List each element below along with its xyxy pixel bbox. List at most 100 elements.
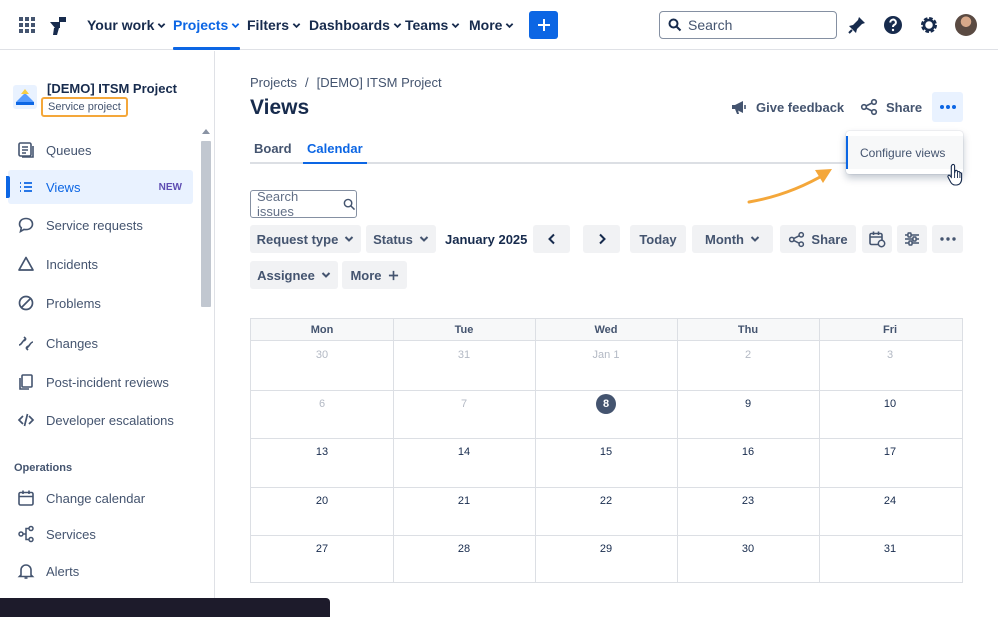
assignee-filter[interactable]: Assignee bbox=[250, 261, 338, 289]
more-actions-button[interactable] bbox=[932, 92, 963, 122]
user-avatar[interactable] bbox=[955, 14, 977, 36]
notifications-icon[interactable] bbox=[846, 14, 868, 36]
calendar-day-cell[interactable]: 9 bbox=[677, 398, 819, 410]
calendar-day-cell[interactable]: 29 bbox=[535, 543, 677, 555]
calendar-day-cell[interactable]: 24 bbox=[819, 495, 961, 507]
next-month-button[interactable] bbox=[583, 225, 620, 253]
sidebar-item-change-calendar[interactable]: Change calendar bbox=[8, 481, 193, 515]
pages-icon bbox=[19, 374, 33, 390]
calendar-day-cell[interactable]: 2 bbox=[677, 349, 819, 361]
chevron-down-icon bbox=[231, 22, 240, 28]
calendar-day-cell[interactable]: 8 bbox=[535, 393, 677, 414]
nav-your-work[interactable]: Your work bbox=[87, 0, 166, 50]
nav-dashboards[interactable]: Dashboards bbox=[309, 0, 402, 50]
day-name-thu: Thu bbox=[737, 324, 759, 336]
chevron-down-icon bbox=[321, 272, 331, 278]
sidebar-item-problems[interactable]: Problems bbox=[8, 286, 193, 320]
month-view-select[interactable]: Month bbox=[692, 225, 773, 253]
nav-filters[interactable]: Filters bbox=[247, 0, 301, 50]
create-button[interactable] bbox=[529, 11, 558, 39]
day-number: 22 bbox=[599, 494, 613, 507]
sidebar-item-services[interactable]: Services bbox=[8, 517, 193, 551]
chevron-down-icon bbox=[452, 22, 460, 28]
calendar-day-cell[interactable]: 3 bbox=[819, 349, 961, 361]
calendar-day-cell[interactable]: 20 bbox=[251, 495, 393, 507]
scroll-thumb[interactable] bbox=[201, 141, 211, 307]
calendar-day-cell[interactable]: 30 bbox=[251, 349, 393, 361]
chevron-left-icon bbox=[547, 233, 555, 245]
sidebar-scrollbar[interactable] bbox=[200, 127, 212, 617]
status-filter[interactable]: Status bbox=[366, 225, 436, 253]
calendar-day-cell[interactable]: 31 bbox=[819, 543, 961, 555]
today-button[interactable]: Today bbox=[630, 225, 686, 253]
megaphone-icon bbox=[732, 101, 746, 114]
scroll-up-arrow-icon[interactable] bbox=[202, 129, 210, 134]
request-type-filter[interactable]: Request type bbox=[250, 225, 361, 253]
previous-month-button[interactable] bbox=[533, 225, 570, 253]
calendar-day-cell[interactable]: 10 bbox=[819, 398, 961, 410]
calendar-day-cell[interactable]: 22 bbox=[535, 495, 677, 507]
calendar-settings-button[interactable] bbox=[862, 225, 892, 253]
sidebar-item-queues[interactable]: Queues bbox=[8, 133, 193, 167]
day-number: 16 bbox=[741, 446, 755, 458]
day-name-wed: Wed bbox=[594, 324, 618, 336]
sidebar-item-changes[interactable]: Changes bbox=[8, 326, 193, 360]
share-button[interactable]: Share bbox=[860, 95, 922, 119]
sidebar-item-post-incident-reviews[interactable]: Post-incident reviews bbox=[8, 365, 193, 399]
day-name-fri: Fri bbox=[882, 324, 898, 336]
calendar-day-cell[interactable]: 14 bbox=[393, 446, 535, 458]
calendar-day-cell[interactable]: 15 bbox=[535, 446, 677, 458]
nav-more[interactable]: More bbox=[469, 0, 514, 50]
tab-calendar[interactable]: Calendar bbox=[303, 141, 367, 164]
current-month-label: January 2025 bbox=[445, 232, 528, 247]
day-number: 20 bbox=[315, 494, 329, 507]
nav-teams[interactable]: Teams bbox=[405, 0, 460, 50]
help-icon[interactable] bbox=[882, 14, 904, 36]
calendar-day-cell[interactable]: 23 bbox=[677, 495, 819, 507]
more-filters-button[interactable]: More bbox=[342, 261, 407, 289]
give-feedback-button[interactable]: Give feedback bbox=[730, 95, 844, 119]
operations-section-heading: Operations bbox=[14, 462, 73, 474]
chevron-down-icon bbox=[345, 236, 354, 242]
calendar-day-cell[interactable]: 7 bbox=[393, 398, 535, 410]
calendar-day-cell[interactable]: 17 bbox=[819, 446, 961, 458]
calendar-day-cell[interactable]: 21 bbox=[393, 495, 535, 507]
calendar-more-button[interactable] bbox=[932, 225, 963, 253]
breadcrumb-project[interactable]: [DEMO] ITSM Project bbox=[317, 75, 442, 90]
calendar-day-cell[interactable]: Jan 1 bbox=[535, 349, 677, 361]
calendar-day-cell[interactable]: 28 bbox=[393, 543, 535, 555]
row-divider bbox=[251, 389, 962, 391]
global-search-input[interactable]: Search bbox=[659, 11, 837, 39]
breadcrumb-projects[interactable]: Projects bbox=[250, 75, 297, 90]
row-divider bbox=[251, 486, 962, 488]
calendar-share-button[interactable]: Share bbox=[780, 225, 856, 253]
calendar-day-cell[interactable]: 16 bbox=[677, 446, 819, 458]
tab-board[interactable]: Board bbox=[254, 141, 292, 164]
calendar-day-cell[interactable]: 13 bbox=[251, 446, 393, 458]
calendar-day-cell[interactable]: 6 bbox=[251, 398, 393, 410]
plus-icon bbox=[537, 19, 550, 31]
jira-logo-icon[interactable] bbox=[48, 14, 68, 36]
calendar-day-cell[interactable]: 27 bbox=[251, 543, 393, 555]
nav-projects[interactable]: Projects bbox=[173, 0, 241, 50]
row-divider bbox=[251, 438, 962, 439]
sidebar-item-views[interactable]: Views NEW bbox=[6, 170, 193, 204]
calendar-day-cell[interactable]: 30 bbox=[677, 543, 819, 555]
top-navigation: Your work Projects Filters Dashboards Te… bbox=[0, 0, 998, 50]
search-issues-input[interactable]: Search issues bbox=[250, 189, 357, 219]
new-badge: NEW bbox=[158, 181, 182, 193]
sidebar-item-alerts[interactable]: Alerts bbox=[8, 554, 193, 588]
sidebar-item-developer-escalations[interactable]: Developer escalations bbox=[8, 403, 193, 437]
calendar-day-cell[interactable]: 31 bbox=[393, 349, 535, 361]
view-settings-button[interactable] bbox=[897, 225, 927, 253]
day-number: 3 bbox=[886, 349, 894, 361]
month-calendar: Mon Tue Wed Thu Fri 30 31 Jan 1 2 3 6 7 8 9 10 13 14 15 16… bbox=[250, 318, 963, 583]
day-name-tue: Tue bbox=[454, 324, 474, 336]
sidebar-item-incidents[interactable]: Incidents bbox=[8, 247, 193, 281]
warning-triangle-icon bbox=[18, 256, 34, 271]
app-switcher-icon[interactable] bbox=[18, 16, 36, 34]
day-number: 7 bbox=[460, 397, 468, 410]
bell-icon bbox=[17, 564, 35, 579]
sidebar-item-service-requests[interactable]: Service requests bbox=[8, 208, 193, 242]
settings-gear-icon[interactable] bbox=[918, 14, 940, 36]
